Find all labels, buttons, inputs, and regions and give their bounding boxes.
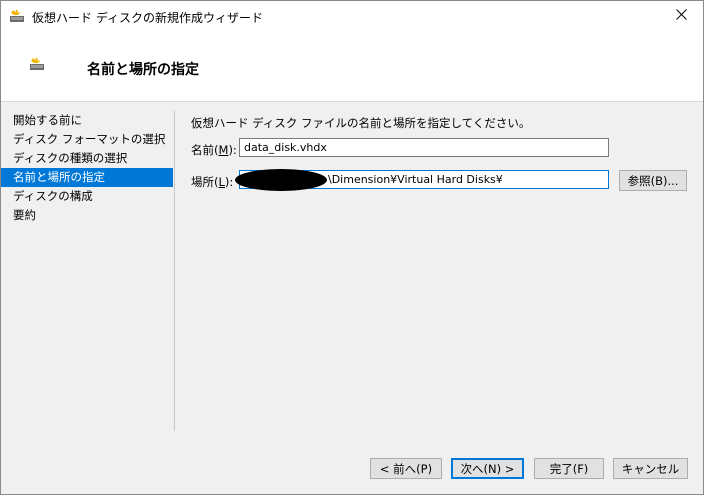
title-bar: 仮想ハード ディスクの新規作成ウィザード <box>1 1 703 31</box>
window-title: 仮想ハード ディスクの新規作成ウィザード <box>32 11 263 25</box>
wizard-steps: 開始する前に ディスク フォーマットの選択 ディスクの種類の選択 名前と場所の指… <box>1 111 173 431</box>
page-header: 名前と場所の指定 <box>1 31 703 102</box>
close-icon <box>675 9 687 23</box>
back-button[interactable]: < 前へ(P) <box>370 458 442 479</box>
page-title: 名前と場所の指定 <box>87 62 199 78</box>
step-configure-disk[interactable]: ディスクの構成 <box>1 187 173 206</box>
instruction-text: 仮想ハード ディスク ファイルの名前と場所を指定してください。 <box>191 116 531 130</box>
step-before-you-begin[interactable]: 開始する前に <box>1 111 173 130</box>
next-button[interactable]: 次へ(N) > <box>451 458 524 479</box>
wizard-window: 仮想ハード ディスクの新規作成ウィザード 名前と場所の指定 開始する前に ディス… <box>0 0 704 495</box>
cancel-button[interactable]: キャンセル <box>613 458 688 479</box>
redaction-mark <box>235 169 327 191</box>
name-label: 名前(M): <box>191 143 237 157</box>
step-choose-format[interactable]: ディスク フォーマットの選択 <box>1 130 173 149</box>
finish-button[interactable]: 完了(F) <box>534 458 604 479</box>
name-field[interactable]: data_disk.vhdx <box>239 138 609 157</box>
step-name-location[interactable]: 名前と場所の指定 <box>1 168 173 187</box>
step-summary[interactable]: 要約 <box>1 206 173 225</box>
step-choose-type[interactable]: ディスクの種類の選択 <box>1 149 173 168</box>
close-button[interactable] <box>659 1 703 31</box>
location-label: 場所(L): <box>191 175 234 189</box>
disk-icon <box>9 9 25 23</box>
nav-divider <box>174 111 175 431</box>
disk-icon <box>29 57 45 71</box>
browse-button[interactable]: 参照(B)... <box>619 170 687 191</box>
